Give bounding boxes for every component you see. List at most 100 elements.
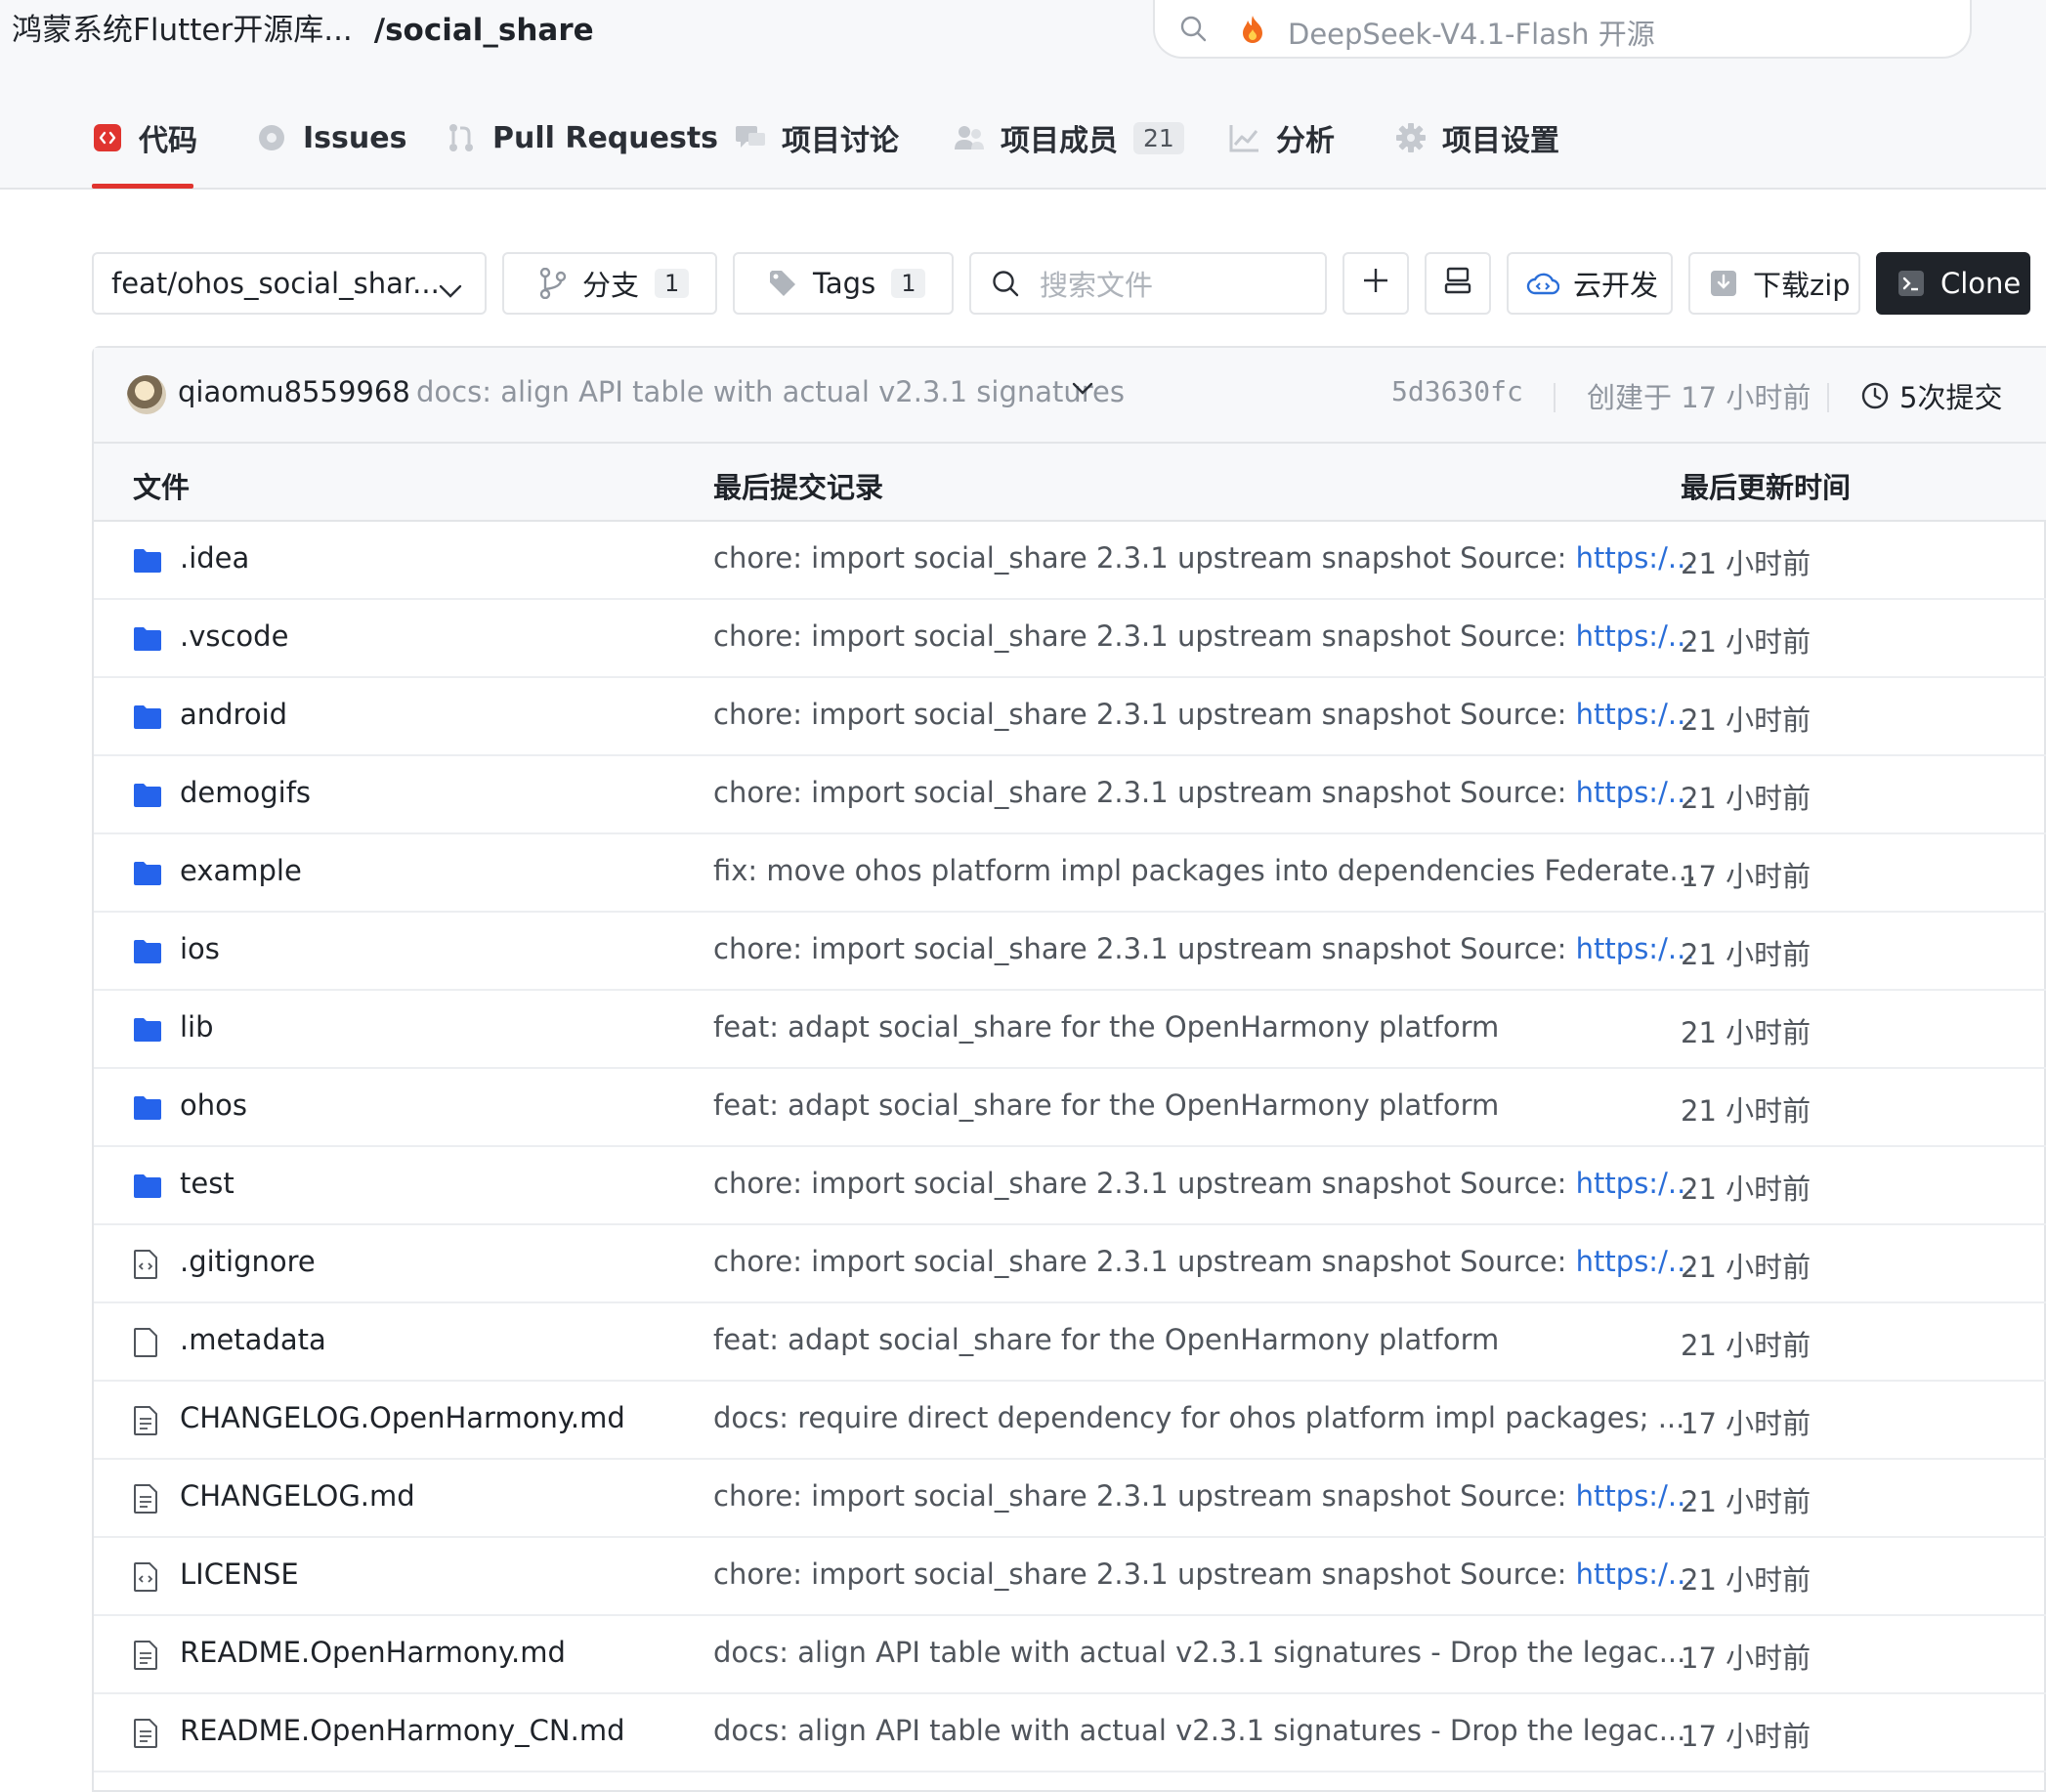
source-link[interactable]: https:/... [1576, 1479, 1695, 1513]
code-file-icon [133, 1562, 158, 1596]
tab-analytics[interactable]: 分析 [1229, 113, 1335, 162]
source-link[interactable]: https:/... [1576, 776, 1695, 809]
file-name-link[interactable]: example [180, 854, 302, 887]
repo-name-link[interactable]: /social_share [374, 13, 594, 48]
table-row[interactable]: CHANGELOG.OpenHarmony.md docs: require di… [94, 1382, 2046, 1460]
file-name-link[interactable]: test [180, 1167, 234, 1200]
search-icon [991, 269, 1020, 298]
source-link[interactable]: https:/... [1576, 1245, 1695, 1278]
table-row[interactable]: test chore: import social_share 2.3.1 ups… [94, 1147, 2046, 1225]
commit-message-link[interactable]: chore: import social_share 2.3.1 upstrea… [713, 776, 1695, 809]
file-name-link[interactable]: README.OpenHarmony.md [180, 1636, 566, 1669]
source-link[interactable]: https:/... [1576, 1167, 1695, 1200]
add-file-button[interactable] [1343, 252, 1409, 315]
repo-breadcrumb: 鸿蒙系统Flutter开源库... /social_share [12, 10, 594, 51]
file-name-link[interactable]: README.OpenHarmony_CN.md [180, 1714, 625, 1747]
commit-hash[interactable]: 5d3630fc [1391, 375, 1523, 407]
table-row[interactable]: ios chore: import social_share 2.3.1 upst… [94, 913, 2046, 991]
clone-button[interactable]: Clone [1876, 252, 2030, 315]
commit-message-link[interactable]: chore: import social_share 2.3.1 upstrea… [713, 1167, 1695, 1200]
file-icon [133, 1328, 158, 1361]
updated-time: 21 小时前 [1681, 1329, 1812, 1362]
updated-time: 21 小时前 [1681, 1485, 1812, 1518]
commit-message-link[interactable]: feat: adapt social_share for the OpenHar… [713, 1088, 1499, 1122]
tab-code[interactable]: 代码 [92, 113, 197, 162]
tags-button[interactable]: Tags 1 [733, 252, 954, 315]
chevron-down-icon[interactable] [1071, 381, 1094, 401]
file-name-link[interactable]: lib [180, 1010, 214, 1044]
table-row[interactable]: .gitignore chore: import social_share 2.3… [94, 1225, 2046, 1303]
file-name-link[interactable]: LICENSE [180, 1557, 299, 1591]
file-name-link[interactable]: CHANGELOG.OpenHarmony.md [180, 1401, 625, 1434]
table-row[interactable]: demogifs chore: import social_share 2.3.1… [94, 756, 2046, 834]
table-row[interactable]: LICENSE chore: import social_share 2.3.1 … [94, 1538, 2046, 1616]
file-name-link[interactable]: .vscode [180, 619, 288, 653]
file-name-link[interactable]: ohos [180, 1088, 247, 1122]
updated-time: 21 小时前 [1681, 1251, 1812, 1284]
table-row[interactable]: CHANGELOG.md chore: import social_share 2… [94, 1460, 2046, 1538]
file-search-input[interactable]: 搜索文件 [969, 252, 1327, 315]
repo-owner-link[interactable]: 鸿蒙系统Flutter开源库... [12, 13, 353, 48]
commit-message-link[interactable]: chore: import social_share 2.3.1 upstrea… [713, 1245, 1695, 1278]
download-icon [1710, 270, 1737, 297]
commit-message-link[interactable]: fix: move ohos platform impl packages in… [713, 854, 1696, 887]
file-name-link[interactable]: demogifs [180, 776, 311, 809]
branch-selector[interactable]: feat/ohos_social_shar... [92, 252, 487, 315]
commit-message-link[interactable]: feat: adapt social_share for the OpenHar… [713, 1010, 1499, 1044]
table-row[interactable]: ohos feat: adapt social_share for the Ope… [94, 1069, 2046, 1147]
table-row[interactable]: example fix: move ohos platform impl pack… [94, 834, 2046, 913]
branches-button[interactable]: 分支 1 [502, 252, 717, 315]
updated-time: 17 小时前 [1681, 1407, 1812, 1440]
clock-icon [1860, 381, 1890, 410]
global-search-input[interactable]: DeepSeek-V4.1-Flash 开源 [1153, 0, 1972, 59]
commit-message-link[interactable]: chore: import social_share 2.3.1 upstrea… [713, 541, 1695, 575]
commit-message-link[interactable]: docs: require direct dependency for ohos… [713, 1401, 1684, 1434]
table-row[interactable]: README.OpenHarmony_CN.md docs: align API … [94, 1694, 2046, 1772]
table-row[interactable]: .idea chore: import social_share 2.3.1 up… [94, 522, 2046, 600]
file-name-link[interactable]: CHANGELOG.md [180, 1479, 415, 1513]
table-row[interactable]: lib feat: adapt social_share for the Open… [94, 991, 2046, 1069]
commit-history-link[interactable]: 5次提交 [1860, 375, 2002, 416]
tab-pull-requests[interactable]: Pull Requests [446, 113, 718, 162]
file-name-link[interactable]: .idea [180, 541, 249, 575]
cloud-dev-button[interactable]: 云开发 [1507, 252, 1673, 315]
commit-author[interactable]: qiaomu8559968 [178, 375, 410, 408]
commit-message-link[interactable]: feat: adapt social_share for the OpenHar… [713, 1323, 1499, 1356]
web-ide-button[interactable] [1425, 252, 1491, 315]
commit-message-link[interactable]: chore: import social_share 2.3.1 upstrea… [713, 932, 1695, 965]
table-row[interactable]: .vscode chore: import social_share 2.3.1 … [94, 600, 2046, 678]
table-row[interactable]: android chore: import social_share 2.3.1 … [94, 678, 2046, 756]
file-name-link[interactable]: .metadata [180, 1323, 326, 1356]
tab-settings[interactable]: 项目设置 [1395, 113, 1559, 162]
table-row[interactable]: README.OpenHarmony.md docs: align API tab… [94, 1616, 2046, 1694]
file-list: .idea chore: import social_share 2.3.1 up… [94, 522, 2046, 1772]
file-name-link[interactable]: ios [180, 932, 220, 965]
source-link[interactable]: https:/... [1576, 1557, 1695, 1591]
tab-discussions[interactable]: 项目讨论 [735, 113, 899, 162]
branches-count: 1 [655, 269, 690, 298]
folder-icon [133, 783, 162, 812]
source-link[interactable]: https:/... [1576, 932, 1695, 965]
file-name-link[interactable]: .gitignore [180, 1245, 316, 1278]
commit-message[interactable]: docs: align API table with actual v2.3.1… [416, 375, 1125, 408]
avatar[interactable] [127, 375, 166, 414]
folder-icon [133, 939, 162, 968]
table-row[interactable]: .metadata feat: adapt social_share for th… [94, 1303, 2046, 1382]
file-name-link[interactable]: android [180, 698, 287, 731]
tab-issues[interactable]: Issues [256, 113, 406, 162]
source-link[interactable]: https:/... [1576, 698, 1695, 731]
issues-icon [256, 122, 287, 153]
source-link[interactable]: https:/... [1576, 541, 1695, 575]
divider [1827, 383, 1829, 412]
commit-message-link[interactable]: chore: import social_share 2.3.1 upstrea… [713, 1479, 1695, 1513]
repo-tabs: 代码 Issues Pull Requests 项目讨论 项目成员 21 分析 [0, 86, 2046, 190]
commit-message-link[interactable]: chore: import social_share 2.3.1 upstrea… [713, 619, 1695, 653]
updated-time: 21 小时前 [1681, 782, 1812, 815]
source-link[interactable]: https:/... [1576, 619, 1695, 653]
commit-message-link[interactable]: docs: align API table with actual v2.3.1… [713, 1636, 1685, 1669]
commit-message-link[interactable]: chore: import social_share 2.3.1 upstrea… [713, 1557, 1695, 1591]
download-zip-button[interactable]: 下载zip [1688, 252, 1860, 315]
commit-message-link[interactable]: chore: import social_share 2.3.1 upstrea… [713, 698, 1695, 731]
tab-members[interactable]: 项目成员 21 [954, 113, 1184, 162]
commit-message-link[interactable]: docs: align API table with actual v2.3.1… [713, 1714, 1685, 1747]
